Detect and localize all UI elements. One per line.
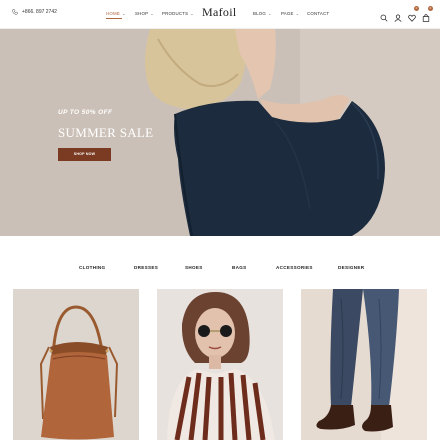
nav-home[interactable]: HOME ⌄: [106, 11, 126, 19]
nav-products-label: PRODUCTS: [162, 11, 189, 16]
nav-page[interactable]: PAGE ⌄: [281, 11, 299, 16]
phone-contact[interactable]: +866. 897 2742: [12, 9, 57, 15]
nav-home-label: HOME: [106, 11, 120, 16]
wishlist-count-badge: 0: [414, 6, 419, 11]
product-card-shirt[interactable]: [157, 289, 283, 440]
hero-title: SUMMER SALE: [58, 125, 154, 140]
product-card-jeans[interactable]: [301, 289, 427, 440]
nav-page-label: PAGE: [281, 11, 294, 16]
chevron-down-icon: ⌄: [150, 11, 154, 16]
category-accessories[interactable]: ACCESSORIES: [276, 265, 313, 270]
phone-icon: [12, 9, 18, 15]
nav-blog[interactable]: BLOG ⌄: [253, 11, 272, 16]
category-clothing[interactable]: CLOTHING: [79, 265, 105, 270]
category-shoes[interactable]: SHOES: [185, 265, 203, 270]
woman-striped-shirt-image: [157, 289, 283, 440]
category-dresses[interactable]: DRESSES: [134, 265, 158, 270]
user-icon[interactable]: [394, 9, 402, 22]
nav-contact[interactable]: CONTACT: [307, 11, 329, 16]
category-designer[interactable]: DESIGNER: [338, 265, 364, 270]
nav-shop-label: SHOP: [135, 11, 149, 16]
heart-icon: [408, 14, 416, 22]
search-icon[interactable]: [380, 9, 388, 22]
cart-count-badge: 0: [428, 6, 433, 11]
site-header: +866. 897 2742 HOME ⌄ SHOP ⌄ PRODUCTS ⌄ …: [0, 0, 440, 29]
wishlist-button[interactable]: 0: [408, 6, 419, 22]
hero-subtitle: UP TO 50% OFF: [58, 109, 113, 116]
cart-button[interactable]: 0: [422, 6, 433, 22]
shop-now-button[interactable]: SHOP NOW: [58, 148, 111, 161]
chevron-down-icon: ⌄: [268, 11, 272, 16]
chevron-down-icon: ⌄: [295, 11, 300, 16]
header-actions: 0 0: [380, 6, 433, 22]
nav-contact-label: CONTACT: [307, 11, 330, 16]
product-card-bag[interactable]: [13, 289, 139, 440]
nav-blog-label: BLOG: [253, 11, 267, 16]
category-nav: CLOTHING DRESSES SHOES BAGS ACCESSORIES …: [0, 265, 440, 275]
jeans-and-boots-image: [301, 289, 427, 440]
bag-icon: [422, 14, 430, 22]
leather-bucket-bag-image: [13, 289, 139, 440]
phone-number: +866. 897 2742: [22, 9, 57, 15]
chevron-down-icon: ⌄: [190, 11, 194, 16]
nav-shop[interactable]: SHOP ⌄: [135, 11, 154, 16]
category-bags[interactable]: BAGS: [232, 265, 246, 270]
site-logo[interactable]: Mafoil: [202, 5, 236, 20]
nav-products[interactable]: PRODUCTS ⌄: [162, 11, 194, 16]
chevron-down-icon: ⌄: [121, 11, 126, 16]
hero-banner: UP TO 50% OFF SUMMER SALE SHOP NOW: [0, 29, 440, 236]
